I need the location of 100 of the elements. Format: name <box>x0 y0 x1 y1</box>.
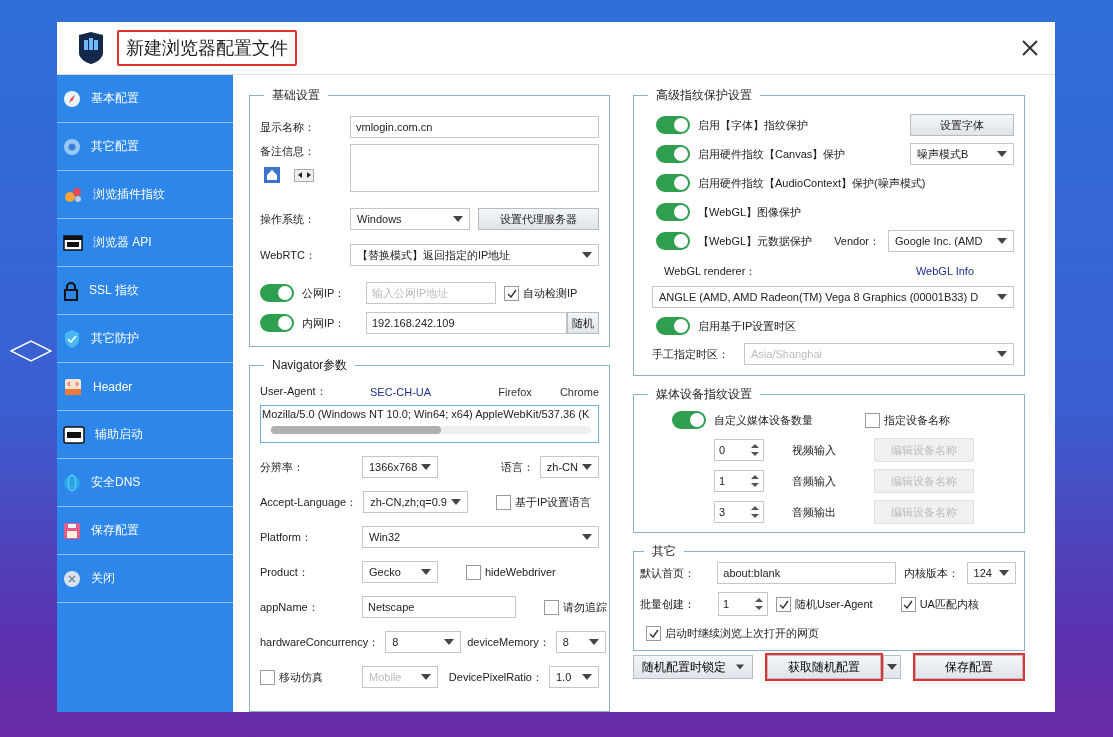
toggle-switch[interactable] <box>656 317 690 335</box>
checkbox[interactable] <box>466 564 481 580</box>
sidebar-item[interactable]: 其它防护 <box>57 315 233 363</box>
save-button[interactable]: 保存配置 <box>915 655 1023 679</box>
group-title: Navigator参数 <box>271 357 349 374</box>
toggle-switch[interactable] <box>672 411 706 429</box>
field-label: 批量创建： <box>640 596 696 612</box>
toggle-switch[interactable] <box>260 314 294 332</box>
sidebar-item[interactable]: 辅助启动 <box>57 411 233 459</box>
text-field[interactable]: about:blank <box>717 562 896 584</box>
arrow-buttons[interactable] <box>294 168 314 182</box>
checkbox[interactable] <box>260 669 275 685</box>
caret-icon <box>453 216 463 222</box>
dropdown[interactable]: zh-CN <box>539 456 599 478</box>
dropdown[interactable]: 噪声模式B <box>910 143 1014 165</box>
caret-icon <box>582 464 592 470</box>
ua-link[interactable]: Firefox <box>498 385 532 398</box>
random-button[interactable]: 随机 <box>567 312 599 334</box>
checkbox[interactable] <box>865 412 880 428</box>
toggle-switch[interactable] <box>260 284 294 302</box>
toggle-switch[interactable] <box>656 145 690 163</box>
dropdown[interactable]: Win32 <box>362 526 599 548</box>
spinner-arrows-icon <box>751 474 759 488</box>
checkbox[interactable] <box>504 285 519 301</box>
logo-icon <box>77 31 105 65</box>
sidebar-item[interactable]: 其它配置 <box>57 123 233 171</box>
dropdown[interactable]: 124 <box>966 562 1016 584</box>
toggle-switch[interactable] <box>656 203 690 221</box>
dropdown[interactable]: Google Inc. (AMD <box>888 230 1014 252</box>
dropdown[interactable]: ANGLE (AMD, AMD Radeon(TM) Vega 8 Graphics (00001B33) D <box>652 286 1014 308</box>
checkbox[interactable] <box>776 596 791 612</box>
field-label: 音频输入 <box>792 473 837 489</box>
toggle-label: 自定义媒体设备数量 <box>714 412 813 428</box>
field-label: 内核版本： <box>903 565 959 581</box>
user-agent-field[interactable]: Mozilla/5.0 (Windows NT 10.0; Win64; x64) AppleWebKit/537.36 (K <box>260 405 599 443</box>
sidebar-item[interactable]: SSL 指纹 <box>57 267 233 315</box>
dropdown[interactable]: zh-CN,zh;q=0.9 <box>363 491 468 513</box>
dropdown[interactable]: 1366x768 <box>362 456 439 478</box>
checkbox[interactable] <box>544 599 559 615</box>
sidebar-item[interactable]: Header <box>57 363 233 411</box>
set-font-button[interactable]: 设置字体 <box>910 114 1014 136</box>
checkbox-label: 指定设备名称 <box>884 412 950 428</box>
group-title: 其它 <box>651 543 677 560</box>
checkbox-label: 启动时继续浏览上次打开的网页 <box>665 625 819 641</box>
dropdown[interactable]: Gecko <box>362 561 438 583</box>
sidebar-item[interactable]: 关闭 <box>57 555 233 603</box>
proxy-button[interactable]: 设置代理服务器 <box>478 208 599 230</box>
ua-link[interactable]: SEC-CH-UA <box>370 385 432 398</box>
toggle-label: 启用硬件指纹【Canvas】保护 <box>698 146 846 162</box>
toggle-switch[interactable] <box>656 116 690 134</box>
checkbox-label: 移动仿真 <box>279 669 323 685</box>
sidebar-item[interactable]: 浏览器 API <box>57 219 233 267</box>
toggle-label: 【WebGL】图像保护 <box>698 204 802 220</box>
dropdown[interactable]: Windows <box>350 208 470 230</box>
toggle-switch[interactable] <box>656 232 690 250</box>
text-field[interactable]: 输入公网IP地址 <box>366 282 496 304</box>
caret-icon <box>887 664 897 670</box>
toggle-switch[interactable] <box>656 174 690 192</box>
notes-field[interactable] <box>350 144 599 192</box>
toggle-label: 启用【字体】指纹保护 <box>698 117 808 133</box>
field-label: 音频输出 <box>792 504 837 520</box>
sidebar-item[interactable]: 基本配置 <box>57 75 233 123</box>
home-icon[interactable] <box>264 167 280 183</box>
dropdown[interactable]: 8 <box>385 631 462 653</box>
field-label: WebRTC： <box>260 247 317 263</box>
checkbox[interactable] <box>900 596 916 612</box>
checkbox[interactable] <box>646 625 661 641</box>
field-label: 默认首页： <box>640 565 696 581</box>
field-label: 备注信息： <box>260 144 316 159</box>
caret-icon <box>736 664 744 670</box>
sidebar-item[interactable]: 保存配置 <box>57 507 233 555</box>
text-field[interactable]: vmlogin.com.cn <box>350 116 599 138</box>
random-config-button[interactable]: 获取随机配置 <box>767 655 881 679</box>
scrollbar[interactable] <box>271 426 591 434</box>
caret-icon <box>997 238 1007 244</box>
caret-icon <box>582 252 592 258</box>
toggle-label: 启用基于IP设置时区 <box>698 318 797 334</box>
spinner-arrows-icon <box>755 597 763 611</box>
ua-link[interactable]: Chrome <box>559 385 599 398</box>
field-label: Product： <box>260 564 310 580</box>
caret-icon <box>999 570 1009 576</box>
caret-icon <box>582 674 592 680</box>
toggle-label: 启用硬件指纹【AudioContext】保护(噪声模式) <box>698 175 926 191</box>
dropdown[interactable]: 8 <box>555 631 606 653</box>
dropdown[interactable]: 1.0 <box>549 666 599 688</box>
text-field[interactable]: 192.168.242.109 <box>366 312 567 334</box>
text-field[interactable]: Netscape <box>362 596 516 618</box>
checkbox-label: 请勿追踪 <box>563 599 607 615</box>
sidebar-item[interactable]: 浏览插件指纹 <box>57 171 233 219</box>
lock-button[interactable]: 随机配置时锁定 <box>633 655 753 679</box>
close-icon <box>63 569 81 588</box>
group-title: 基础设置 <box>271 87 321 104</box>
gears-icon <box>63 185 83 204</box>
webgl-info-link[interactable]: WebGL Info <box>915 265 974 277</box>
checkbox-label: 随机User-Agent <box>795 596 873 612</box>
dropdown-button[interactable] <box>883 655 901 679</box>
dropdown[interactable]: 【替换模式】返回指定的IP地址 <box>350 244 599 266</box>
sidebar-item[interactable]: 安全DNS <box>57 459 233 507</box>
checkbox[interactable] <box>495 494 511 510</box>
number-field[interactable]: 1 <box>718 592 768 616</box>
